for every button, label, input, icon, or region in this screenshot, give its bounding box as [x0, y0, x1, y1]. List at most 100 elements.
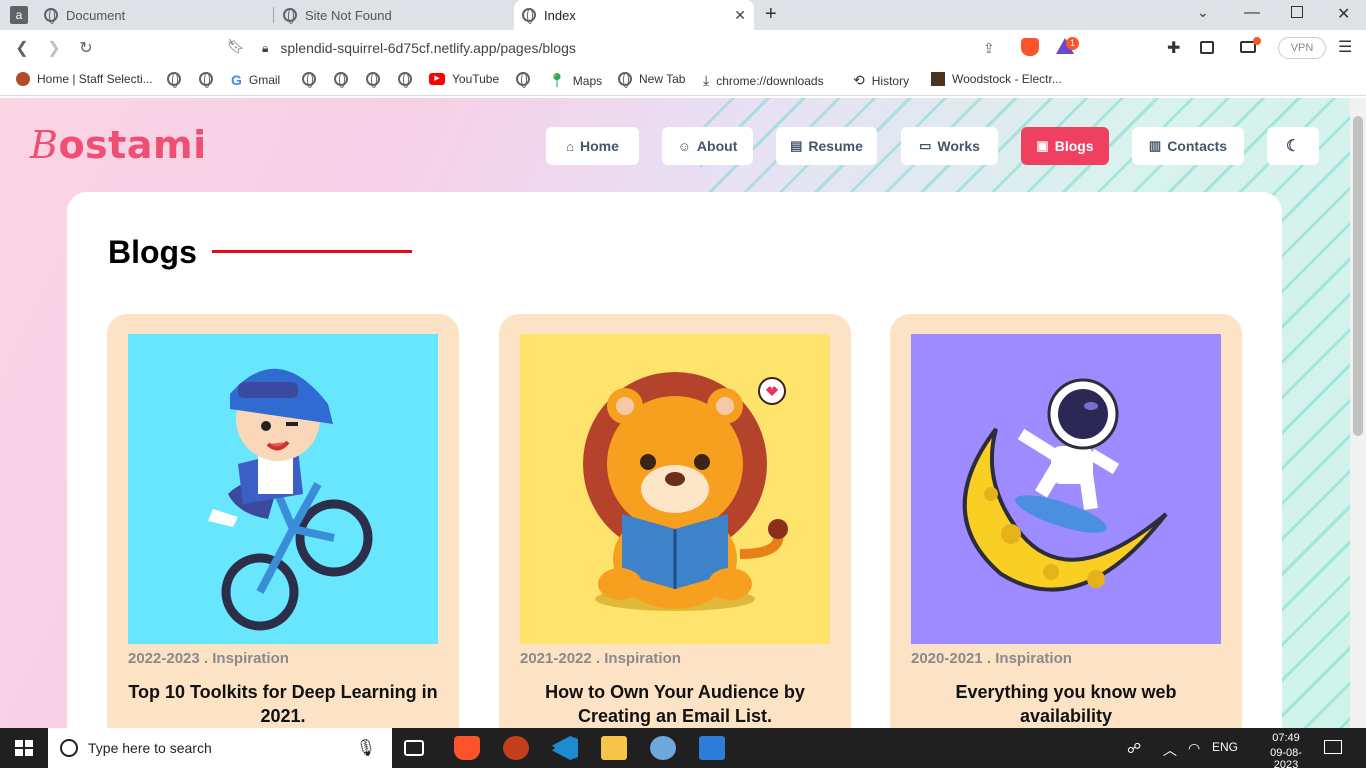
language-indicator[interactable]: ENG	[1212, 740, 1238, 754]
site-logo[interactable]: Bostami	[30, 123, 207, 167]
bookmark-item[interactable]: 📍︎ Maps	[548, 72, 602, 89]
user-icon: ☺	[677, 138, 691, 154]
task-view-icon[interactable]	[404, 740, 424, 756]
nav-contacts-button[interactable]: ▥ Contacts	[1132, 127, 1244, 165]
people-icon[interactable]: ☍	[1127, 740, 1141, 757]
bookmark-item[interactable]: G Gmail	[231, 72, 280, 88]
paint-icon[interactable]	[650, 736, 676, 760]
post-title[interactable]: Top 10 Toolkits for Deep Learning in 202…	[128, 680, 438, 728]
rewards-badge: 1	[1066, 37, 1079, 50]
account-icon[interactable]: a	[10, 6, 28, 24]
nav-home-button[interactable]: ⌂ Home	[546, 127, 639, 165]
globe-icon	[366, 72, 380, 88]
bookmark-item[interactable]: ⤓ chrome://downloads	[703, 72, 824, 89]
nav-resume-button[interactable]: ▤ Resume	[776, 127, 877, 165]
blog-post-card[interactable]: 2020-2021 . Inspiration Everything you k…	[890, 314, 1242, 754]
bookmark-item[interactable]	[334, 72, 348, 88]
close-window-button[interactable]: ✕	[1337, 4, 1350, 24]
tab-title: Document	[66, 7, 126, 23]
post-illustration-astronaut-on-moon[interactable]	[911, 334, 1221, 644]
nav-about-button[interactable]: ☺ About	[662, 127, 753, 165]
devices-icon: ▭	[919, 138, 932, 153]
bookmark-item[interactable]	[398, 72, 412, 88]
globe-icon	[516, 72, 530, 88]
post-title[interactable]: Everything you know web availability	[911, 680, 1221, 728]
tab-search-chevron-icon[interactable]: ⌄	[1197, 4, 1209, 21]
share-icon[interactable]: ⇪	[983, 40, 995, 57]
blog-post-card[interactable]: 2022-2023 . Inspiration Top 10 Toolkits …	[107, 314, 459, 754]
bookmark-icon[interactable]: 🔖︎	[226, 38, 246, 55]
nav-blogs-button[interactable]: ▣ Blogs	[1021, 127, 1109, 165]
new-tab-button[interactable]: +	[765, 3, 777, 26]
person-icon	[16, 72, 30, 86]
menu-icon[interactable]: ☰	[1338, 37, 1352, 57]
nav-label: About	[696, 138, 738, 154]
bookmark-item[interactable]	[516, 72, 530, 88]
bookmark-item[interactable]: Woodstock - Electr...	[931, 72, 1062, 86]
post-title[interactable]: How to Own Your Audience by Creating an …	[520, 680, 830, 728]
back-arrow-icon[interactable]: ❮	[12, 38, 32, 58]
tab-site-not-found[interactable]: Site Not Found	[283, 0, 511, 30]
post-meta: 2020-2021 . Inspiration	[911, 650, 1072, 667]
bookmark-label: Woodstock - Electr...	[952, 72, 1062, 86]
taskbar-search-box[interactable]: Type here to search 🎙︎	[48, 728, 392, 768]
google-icon: G	[231, 72, 242, 88]
vpn-label: VPN	[1290, 42, 1314, 54]
nav-works-button[interactable]: ▭ Works	[901, 127, 998, 165]
logo-initial: B	[30, 123, 59, 167]
bookmark-item[interactable]: ▶ YouTube	[429, 72, 499, 86]
globe-icon	[283, 8, 297, 24]
forward-arrow-icon[interactable]: ❯	[44, 38, 64, 58]
show-hidden-chevron-icon[interactable]: ︿	[1163, 740, 1177, 760]
restore-button[interactable]	[1291, 6, 1303, 18]
blog-post-card[interactable]: 2021-2022 . Inspiration How to Own Your …	[499, 314, 851, 754]
bookmark-label: Home | Staff Selecti...	[37, 72, 153, 86]
sidebar-icon[interactable]	[1200, 41, 1214, 54]
page-scrollbar[interactable]	[1350, 98, 1366, 728]
file-explorer-icon[interactable]	[601, 736, 627, 760]
globe-icon	[618, 72, 632, 88]
reload-icon[interactable]: ↻	[76, 38, 96, 58]
powerpoint-icon[interactable]	[503, 736, 529, 760]
bookmark-item[interactable]	[167, 72, 181, 88]
contact-card-icon: ▥	[1148, 138, 1162, 153]
bookmark-item[interactable]: ⟲ History	[853, 72, 909, 89]
nav-label: Home	[579, 138, 619, 154]
address-bar[interactable]: 🔒︎ splendid-squirrel-6d75cf.netlify.app/…	[256, 35, 1082, 61]
bookmark-item[interactable]	[302, 72, 316, 88]
brave-shields-icon[interactable]	[1021, 38, 1039, 56]
photos-icon[interactable]	[699, 736, 725, 760]
bookmark-item[interactable]	[366, 72, 380, 88]
nav-label: Resume	[808, 138, 863, 154]
title-underline	[212, 250, 412, 253]
nav-label: Blogs	[1054, 138, 1094, 154]
notifications-icon[interactable]	[1324, 740, 1342, 754]
thumbnail-icon	[931, 72, 945, 86]
windows-start-icon[interactable]	[15, 740, 33, 756]
clock[interactable]: 07:49 09-08-2023	[1264, 732, 1308, 768]
extensions-puzzle-icon[interactable]: ✚	[1167, 38, 1180, 58]
close-tab-icon[interactable]: ✕	[734, 7, 746, 24]
bookmark-item[interactable]: Home | Staff Selecti...	[16, 72, 153, 86]
nav-label: Works	[937, 138, 980, 154]
maps-pin-icon: 📍︎	[548, 72, 566, 88]
post-illustration-boy-on-bike[interactable]	[128, 334, 438, 644]
wifi-icon[interactable]: ◠	[1188, 740, 1200, 757]
scrollbar-thumb[interactable]	[1353, 116, 1363, 436]
bookmark-item[interactable]	[199, 72, 213, 88]
brave-taskbar-icon[interactable]	[454, 736, 480, 760]
tab-title: Site Not Found	[305, 7, 392, 23]
tab-title: Index	[544, 7, 576, 23]
bookmark-label: New Tab	[639, 72, 686, 86]
vpn-button[interactable]: VPN	[1278, 37, 1326, 59]
dark-mode-toggle[interactable]: ☾	[1267, 127, 1319, 165]
bookmark-label: YouTube	[452, 72, 500, 86]
minimize-button[interactable]: —	[1244, 4, 1260, 22]
tab-index[interactable]: Index ✕	[514, 0, 754, 30]
bookmark-item[interactable]: New Tab	[618, 72, 686, 88]
download-icon: ⤓	[703, 72, 710, 88]
tab-document[interactable]: Document	[44, 0, 272, 30]
youtube-icon: ▶	[429, 73, 445, 85]
post-illustration-lion-reading[interactable]	[520, 334, 830, 644]
microphone-icon[interactable]: 🎙︎	[356, 738, 376, 758]
